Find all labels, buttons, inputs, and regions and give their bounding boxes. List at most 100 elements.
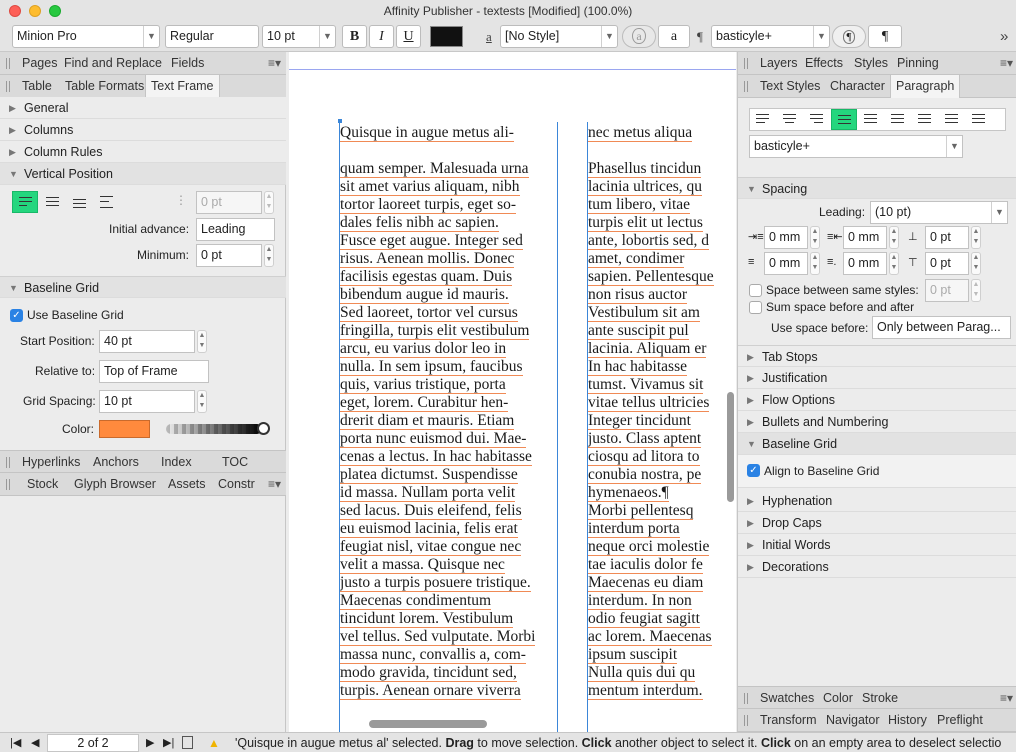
use-space-before-select[interactable]: Only between Parag... (872, 316, 1011, 339)
drag-grip-icon[interactable] (744, 58, 748, 69)
text-color-swatch[interactable] (430, 26, 463, 47)
opacity-slider-thumb[interactable] (257, 422, 270, 435)
drag-grip-icon[interactable] (6, 457, 10, 468)
drag-grip-icon[interactable] (744, 715, 748, 726)
zoom-window-icon[interactable] (49, 5, 61, 17)
drag-grip-icon[interactable] (744, 81, 748, 92)
relative-to-select[interactable]: Top of Frame (99, 360, 209, 383)
right-indent-stepper[interactable]: ▲ ▼ (810, 252, 820, 275)
section-initial-words[interactable]: ▶ Initial Words (738, 534, 1016, 556)
panel-menu-icon[interactable]: ≡▾ (268, 477, 281, 491)
tab-index[interactable]: Index (156, 451, 197, 474)
toolbar-overflow-icon[interactable]: » (1000, 25, 1008, 48)
tab-pages[interactable]: Pages (17, 52, 62, 75)
grid-spacing-field[interactable]: 10 pt (99, 390, 195, 413)
tab-fields[interactable]: Fields (166, 52, 209, 75)
paragraph-style-select[interactable]: basticyle+ ▼ (749, 135, 963, 158)
section-general[interactable]: ▶ General (0, 97, 286, 119)
start-position-field[interactable]: 40 pt (99, 330, 195, 353)
bold-button[interactable]: B (342, 25, 367, 48)
align-right-button[interactable] (804, 109, 830, 130)
tab-assets[interactable]: Assets (163, 473, 211, 496)
tab-color[interactable]: Color (818, 687, 858, 710)
section-vertical-position[interactable]: ▼ Vertical Position (0, 163, 286, 185)
panel-menu-icon[interactable]: ≡▾ (268, 56, 281, 70)
space-between-same-styles-checkbox[interactable] (749, 284, 762, 297)
space-after-field[interactable]: 0 pt (925, 252, 969, 275)
section-bullets-numbering[interactable]: ▶ Bullets and Numbering (738, 411, 1016, 433)
page-number-field[interactable]: 2 of 2 (47, 734, 139, 752)
align-bottom-button[interactable] (67, 191, 93, 213)
font-style-field[interactable]: Regular (165, 25, 259, 48)
first-line-indent-field[interactable]: 0 mm (843, 226, 887, 249)
last-page-icon[interactable]: ▶| (163, 733, 174, 752)
panel-menu-icon[interactable]: ≡▾ (1000, 56, 1013, 70)
apply-character-style-button[interactable]: a (658, 25, 690, 48)
grid-color-swatch[interactable] (99, 420, 150, 438)
paragraph-style-select[interactable]: basticyle+ ▼ (711, 25, 830, 48)
first-line-indent-stepper[interactable]: ▲ ▼ (889, 226, 899, 249)
tab-stroke[interactable]: Stroke (857, 687, 903, 710)
tab-anchors[interactable]: Anchors (88, 451, 144, 474)
tab-table[interactable]: Table (17, 75, 57, 98)
clear-paragraph-style-button[interactable]: ¶ (832, 25, 866, 48)
align-center-button[interactable] (40, 191, 66, 213)
section-column-rules[interactable]: ▶ Column Rules (0, 141, 286, 163)
drag-grip-icon[interactable] (6, 479, 10, 490)
tab-layers[interactable]: Layers (755, 52, 803, 75)
tab-table-formats[interactable]: Table Formats (60, 75, 149, 98)
text-frame-column-2[interactable]: nec metus aliqua Phasellus tincidun lacini… (587, 122, 736, 732)
space-after-stepper[interactable]: ▲ ▼ (971, 252, 981, 275)
section-baseline-grid-paragraph[interactable]: ▼ Baseline Grid (738, 433, 1016, 455)
drag-grip-icon[interactable] (744, 693, 748, 704)
tab-toc[interactable]: TOC (217, 451, 253, 474)
tab-paragraph[interactable]: Paragraph (890, 75, 961, 98)
tab-constraints[interactable]: Constr (213, 473, 260, 496)
use-baseline-grid-checkbox[interactable]: ✓ (10, 309, 23, 322)
align-justify-vertical-button[interactable] (94, 191, 120, 213)
horizontal-scrollbar-thumb[interactable] (369, 720, 487, 728)
align-away-from-spine-button[interactable] (966, 109, 992, 130)
align-top-button[interactable] (12, 191, 38, 213)
drag-grip-icon[interactable] (6, 81, 10, 92)
italic-button[interactable]: I (369, 25, 394, 48)
section-tab-stops[interactable]: ▶ Tab Stops (738, 345, 1016, 367)
tab-character[interactable]: Character (825, 75, 890, 98)
section-hyphenation[interactable]: ▶ Hyphenation (738, 490, 1016, 512)
panel-menu-icon[interactable]: ≡▾ (1000, 691, 1013, 705)
tab-hyperlinks[interactable]: Hyperlinks (17, 451, 85, 474)
minimize-window-icon[interactable] (29, 5, 41, 17)
section-flow-options[interactable]: ▶ Flow Options (738, 389, 1016, 411)
section-columns[interactable]: ▶ Columns (0, 119, 286, 141)
text-frame-column-1[interactable]: Quisque in augue metus ali-quam semper. … (339, 122, 558, 732)
align-justify-all-button[interactable] (912, 109, 938, 130)
space-between-same-styles-stepper[interactable]: ▲ ▼ (971, 279, 981, 302)
section-baseline-grid[interactable]: ▼ Baseline Grid (0, 276, 286, 298)
underline-button[interactable]: U (396, 25, 421, 48)
drag-grip-icon[interactable] (6, 58, 10, 69)
space-between-same-styles-field[interactable]: 0 pt (925, 279, 969, 302)
tab-glyph-browser[interactable]: Glyph Browser (69, 473, 161, 496)
space-before-field[interactable]: 0 pt (925, 226, 969, 249)
align-left-button[interactable] (750, 109, 776, 130)
section-spacing[interactable]: ▼ Spacing (738, 177, 1016, 199)
tab-styles[interactable]: Styles (849, 52, 893, 75)
initial-advance-field[interactable]: Leading (196, 218, 275, 241)
grid-spacing-stepper[interactable]: ▲ ▼ (197, 390, 207, 413)
close-window-icon[interactable] (9, 5, 21, 17)
vertical-scrollbar-thumb[interactable] (727, 392, 734, 502)
align-towards-spine-button[interactable] (939, 109, 965, 130)
tab-effects[interactable]: Effects (800, 52, 848, 75)
vertical-offset-stepper[interactable]: ▲ ▼ (264, 191, 274, 214)
minimum-stepper[interactable]: ▲ ▼ (264, 244, 274, 267)
document-canvas[interactable]: Quisque in augue metus ali-quam semper. … (289, 52, 736, 732)
tab-text-frame[interactable]: Text Frame (145, 75, 220, 98)
align-justify-right-button[interactable] (885, 109, 911, 130)
clear-character-style-button[interactable]: a (622, 25, 656, 48)
section-justification[interactable]: ▶ Justification (738, 367, 1016, 389)
tab-find-and-replace[interactable]: Find and Replace (59, 52, 167, 75)
align-justify-center-button[interactable] (858, 109, 884, 130)
start-position-stepper[interactable]: ▲ ▼ (197, 330, 207, 353)
apply-paragraph-style-button[interactable]: ¶ (868, 25, 902, 48)
selection-handle[interactable] (338, 119, 342, 123)
